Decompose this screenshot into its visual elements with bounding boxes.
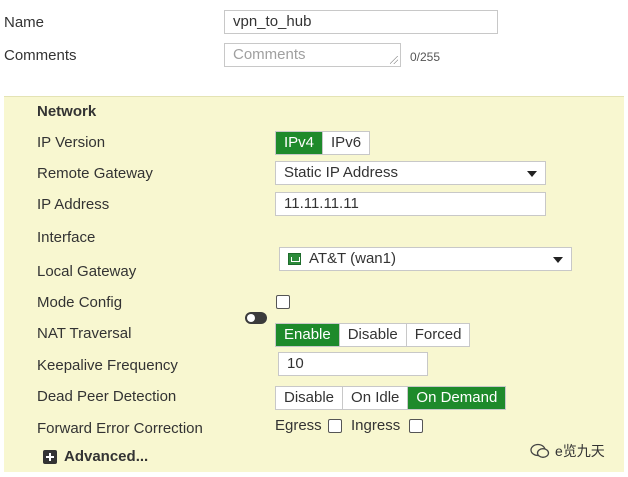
watermark: e览九天 xyxy=(530,441,605,461)
ingress-checkbox[interactable] xyxy=(409,419,423,433)
ingress-label: Ingress xyxy=(351,417,401,434)
ipv6-option[interactable]: IPv6 xyxy=(323,132,369,154)
name-label: Name xyxy=(4,14,45,31)
keepalive-label: Keepalive Frequency xyxy=(37,357,178,374)
advanced-label: Advanced... xyxy=(64,448,149,465)
advanced-expander[interactable]: Advanced... xyxy=(43,448,148,465)
comments-counter: 0/255 xyxy=(410,50,441,64)
comments-placeholder: Comments xyxy=(233,46,306,63)
remote-gateway-select[interactable]: Static IP Address xyxy=(275,161,546,185)
comments-label: Comments xyxy=(4,47,77,64)
egress-label: Egress xyxy=(275,417,322,434)
name-input[interactable]: vpn_to_hub xyxy=(224,10,498,34)
dpd-on-idle-option[interactable]: On Idle xyxy=(343,387,409,409)
remote-gateway-value: Static IP Address xyxy=(284,164,398,181)
nat-traversal-toggle: Enable Disable Forced xyxy=(275,323,471,347)
dpd-on-demand-option[interactable]: On Demand xyxy=(408,387,506,409)
dpd-toggle: Disable On Idle On Demand xyxy=(275,386,507,410)
comments-textarea[interactable]: Comments xyxy=(224,43,401,67)
ip-address-input[interactable]: 11.11.11.11 xyxy=(275,192,546,216)
egress-checkbox[interactable] xyxy=(328,419,342,433)
nat-enable-option[interactable]: Enable xyxy=(276,324,340,346)
chevron-down-icon xyxy=(527,171,537,177)
local-gateway-toggle[interactable] xyxy=(245,312,267,324)
ip-address-label: IP Address xyxy=(37,196,110,213)
dpd-disable-option[interactable]: Disable xyxy=(276,387,344,409)
ip-version-toggle: IPv4 IPv6 xyxy=(275,131,371,155)
watermark-text: e览九天 xyxy=(555,443,605,459)
ipv4-option[interactable]: IPv4 xyxy=(276,132,324,154)
nat-forced-option[interactable]: Forced xyxy=(407,324,470,346)
local-gateway-label: Local Gateway xyxy=(37,263,137,280)
keepalive-input[interactable]: 10 xyxy=(278,352,428,376)
network-section-title: Network xyxy=(37,103,97,120)
network-panel: Network IP Version IPv4 IPv6 Remote Gate… xyxy=(4,96,624,472)
resize-grip-icon[interactable] xyxy=(390,56,398,64)
plus-icon xyxy=(43,449,57,464)
nat-traversal-label: NAT Traversal xyxy=(37,325,132,342)
interface-select[interactable]: AT&T (wan1) xyxy=(279,247,572,271)
toggle-knob xyxy=(247,314,255,322)
dpd-label: Dead Peer Detection xyxy=(37,388,177,405)
fec-label: Forward Error Correction xyxy=(37,420,203,437)
ip-version-label: IP Version xyxy=(37,134,106,151)
interface-label: Interface xyxy=(37,229,96,246)
nat-disable-option[interactable]: Disable xyxy=(340,324,407,346)
interface-port-icon xyxy=(288,253,301,265)
remote-gateway-label: Remote Gateway xyxy=(37,165,153,182)
mode-config-label: Mode Config xyxy=(37,294,123,311)
chevron-down-icon xyxy=(553,257,563,263)
wechat-icon xyxy=(530,443,550,458)
interface-value: AT&T (wan1) xyxy=(309,250,396,267)
mode-config-checkbox[interactable] xyxy=(276,295,290,309)
